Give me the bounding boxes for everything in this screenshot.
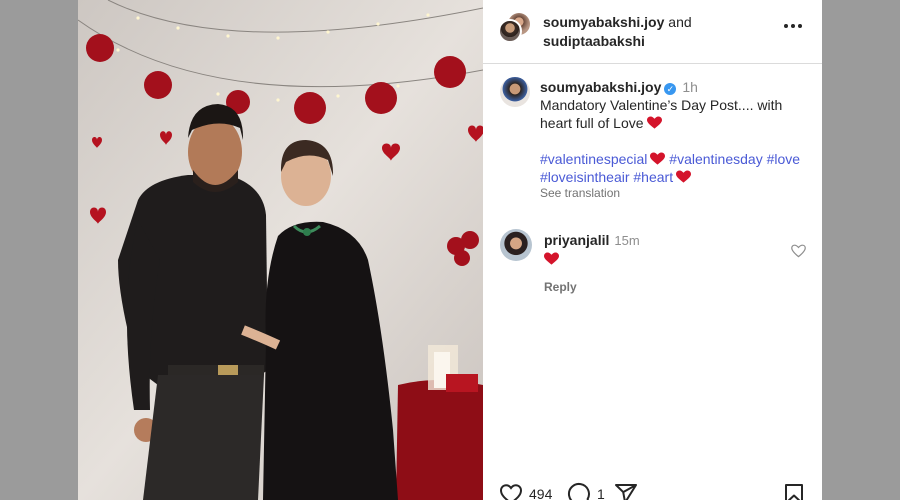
header-user-link[interactable]: soumyabakshi.joy xyxy=(543,14,664,30)
save-action[interactable] xyxy=(782,482,806,500)
see-translation-link[interactable]: See translation xyxy=(540,186,804,200)
caption-time[interactable]: 1h xyxy=(682,79,698,95)
like-count: 494 xyxy=(529,486,553,500)
comment-action[interactable]: 1 xyxy=(567,482,605,500)
like-action[interactable]: 494 xyxy=(499,482,552,500)
avatar xyxy=(498,18,522,43)
bookmark-icon[interactable] xyxy=(782,482,806,500)
couple-photo xyxy=(78,0,483,500)
reply-button[interactable]: Reply xyxy=(544,278,805,296)
red-heart-emoji-icon xyxy=(646,116,662,129)
post-header: soumyabakshi.joy and sudiptaabakshi xyxy=(483,0,822,64)
comment-item: priyanjalil 15m Reply xyxy=(483,223,822,296)
header-joiner: and xyxy=(664,13,692,30)
avatar[interactable] xyxy=(500,77,530,107)
share-action[interactable] xyxy=(614,482,638,500)
verified-badge-icon: ✓ xyxy=(664,83,677,95)
caption-text: Mandatory Valentine’s Day Post.... with … xyxy=(540,96,810,132)
avatar[interactable] xyxy=(500,229,532,261)
red-heart-emoji-icon xyxy=(544,252,559,265)
comment-username[interactable]: priyanjalil xyxy=(544,232,609,248)
red-heart-emoji-icon xyxy=(676,170,692,183)
hashtag-link[interactable]: #valentinespecial xyxy=(540,151,647,167)
hashtag-link[interactable]: #heart xyxy=(633,169,673,185)
collab-avatars[interactable] xyxy=(498,12,530,51)
heart-outline-icon[interactable] xyxy=(499,482,523,500)
hashtag-link[interactable]: #love xyxy=(767,151,800,167)
comment-count: 1 xyxy=(597,486,605,500)
share-icon[interactable] xyxy=(614,482,638,500)
red-heart-emoji-icon xyxy=(650,152,666,165)
hashtag-link[interactable]: #loveisintheair xyxy=(540,169,630,185)
post-photo[interactable] xyxy=(78,0,483,500)
comment-like-icon[interactable] xyxy=(791,244,806,258)
post-caption: soumyabakshi.joy ✓ 1h Mandatory Valentine’… xyxy=(483,64,822,200)
action-bar: 494 1 xyxy=(483,482,822,500)
hashtag-list: #valentinespecial #valentinesday #love #… xyxy=(540,150,810,186)
hashtag-link[interactable]: #valentinesday xyxy=(669,151,762,167)
post-side-panel: soumyabakshi.joy and sudiptaabakshi soum… xyxy=(483,0,822,500)
comment-time: 15m xyxy=(614,233,640,248)
more-icon[interactable] xyxy=(784,24,802,28)
collab-names: soumyabakshi.joy and sudiptaabakshi xyxy=(543,13,692,51)
caption-username[interactable]: soumyabakshi.joy xyxy=(540,79,661,95)
comment-icon[interactable] xyxy=(567,482,591,500)
header-user-link[interactable]: sudiptaabakshi xyxy=(543,33,645,49)
